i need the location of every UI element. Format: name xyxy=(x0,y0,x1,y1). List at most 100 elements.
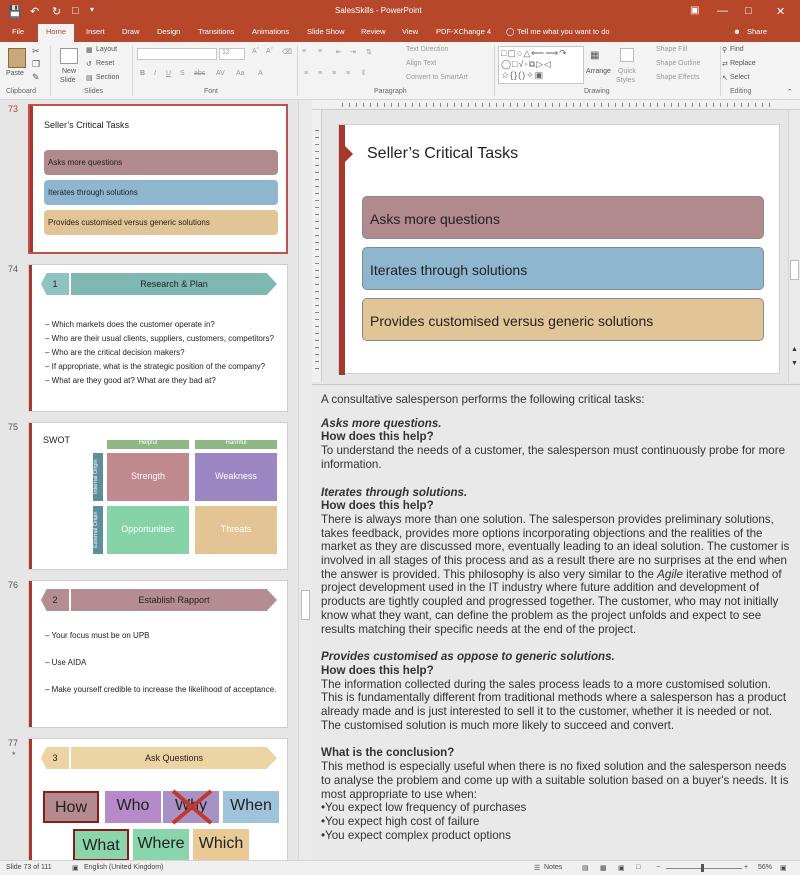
undo-icon[interactable]: ↶ xyxy=(30,5,39,18)
share-button[interactable]: Share xyxy=(747,27,767,36)
layout-button[interactable]: Layout xyxy=(96,46,117,53)
align-left-icon[interactable]: ≡ xyxy=(304,70,308,77)
convert-smartart-button[interactable]: Convert to SmartArt xyxy=(406,74,468,81)
clear-formatting-icon[interactable]: ⌫ xyxy=(282,48,292,56)
scroll-thumb[interactable] xyxy=(790,260,799,280)
numbering-icon[interactable]: ≡ xyxy=(318,48,322,55)
maximize-icon[interactable]: □ xyxy=(745,5,752,17)
shadow-icon[interactable]: S xyxy=(180,70,185,77)
font-color-icon[interactable]: A xyxy=(258,70,263,77)
customize-toolbar-icon[interactable]: ▾ xyxy=(90,5,94,14)
quick-styles-icon[interactable] xyxy=(620,48,634,62)
notes-toggle-button[interactable]: Notes xyxy=(544,864,562,871)
format-painter-icon[interactable]: ✎ xyxy=(32,72,40,83)
grow-font-icon[interactable]: Aˆ xyxy=(252,48,259,55)
collapse-ribbon-icon[interactable]: ⌃ xyxy=(787,88,793,96)
find-button[interactable]: Find xyxy=(730,46,744,53)
align-right-icon[interactable]: ≡ xyxy=(332,70,336,77)
align-center-icon[interactable]: ≡ xyxy=(318,70,322,77)
slide-thumbnail-77[interactable]: 3 Ask Questions How Who Why When What Wh… xyxy=(28,738,288,860)
notes-pane[interactable]: A consultative salesperson performs the … xyxy=(312,384,800,860)
paste-button[interactable]: Paste xyxy=(6,70,24,77)
language-status[interactable]: English (United Kingdom) xyxy=(84,864,163,871)
slide-show-icon[interactable]: □ xyxy=(636,864,640,871)
underline-icon[interactable]: U xyxy=(166,70,171,77)
zoom-slider-thumb[interactable] xyxy=(701,864,704,872)
new-slide-button[interactable]: New xyxy=(62,68,76,75)
task-box[interactable]: Asks more questions xyxy=(362,196,764,239)
justify-icon[interactable]: ≡ xyxy=(346,70,350,77)
tab-animations[interactable]: Animations xyxy=(252,27,289,36)
character-spacing-icon[interactable]: AV xyxy=(216,70,225,77)
bold-icon[interactable]: B xyxy=(140,70,145,77)
notes-text[interactable]: A consultative salesperson performs the … xyxy=(321,393,791,842)
tab-pdf-xchange[interactable]: PDF-XChange 4 xyxy=(436,27,491,36)
quick-styles-button[interactable]: Quick xyxy=(618,68,636,75)
scroll-thumb[interactable] xyxy=(301,590,310,620)
columns-icon[interactable]: ‖ xyxy=(362,70,365,77)
zoom-level[interactable]: 56% xyxy=(758,864,772,871)
paste-icon[interactable] xyxy=(8,48,26,68)
tab-insert[interactable]: Insert xyxy=(86,27,105,36)
task-box[interactable]: Provides customised versus generic solut… xyxy=(362,298,764,341)
slide-thumbnail-74[interactable]: 1 Research & Plan – Which markets does t… xyxy=(28,264,288,412)
fit-slide-icon[interactable]: ▣ xyxy=(780,864,787,872)
redo-icon[interactable]: ↻ xyxy=(52,5,61,18)
tab-slide-show[interactable]: Slide Show xyxy=(307,27,345,36)
tab-review[interactable]: Review xyxy=(361,27,386,36)
slide-title[interactable]: Seller’s Critical Tasks xyxy=(367,145,518,163)
tab-draw[interactable]: Draw xyxy=(122,27,140,36)
slide-thumbnail-73[interactable]: Seller’s Critical Tasks Asks more questi… xyxy=(28,104,288,254)
replace-button[interactable]: Replace xyxy=(730,60,756,67)
line-spacing-icon[interactable]: ⇅ xyxy=(366,48,372,56)
shapes-gallery[interactable]: □▢○△⟵⟶↷ ◯□√◦⧉▷◁ ☆{}()✧▣ xyxy=(498,46,584,84)
slide-sorter-icon[interactable]: ▦ xyxy=(600,864,607,872)
thumbnail-scrollbar[interactable] xyxy=(298,100,312,860)
normal-view-icon[interactable]: ▤ xyxy=(582,864,589,872)
shape-outline-button[interactable]: Shape Outline xyxy=(656,60,700,67)
bullets-icon[interactable]: ≡ xyxy=(302,48,306,55)
editor-scrollbar[interactable]: ▲ ▼ xyxy=(788,110,800,382)
zoom-out-icon[interactable]: − xyxy=(656,864,660,871)
task-box[interactable]: Iterates through solutions xyxy=(362,247,764,290)
spelling-icon[interactable]: ▣ xyxy=(72,864,79,872)
start-from-beginning-icon[interactable]: □ xyxy=(72,5,79,17)
save-icon[interactable]: 💾 xyxy=(8,5,22,18)
tab-view[interactable]: View xyxy=(402,27,418,36)
new-slide-icon[interactable] xyxy=(60,48,78,64)
select-button[interactable]: Select xyxy=(730,74,749,81)
slide-thumbnail-75[interactable]: SWOT Helpful Harmful Internal Origin Ext… xyxy=(28,422,288,570)
next-slide-icon[interactable]: ▼ xyxy=(791,360,798,367)
tab-home[interactable]: Home xyxy=(38,24,75,42)
cut-icon[interactable]: ✂ xyxy=(32,46,40,57)
increase-indent-icon[interactable]: ⇥ xyxy=(350,48,356,56)
decrease-indent-icon[interactable]: ⇤ xyxy=(336,48,342,56)
section-button[interactable]: Section xyxy=(96,74,119,81)
zoom-slider[interactable] xyxy=(666,868,742,869)
copy-icon[interactable]: ❐ xyxy=(32,59,40,70)
shape-effects-button[interactable]: Shape Effects xyxy=(656,74,699,81)
ribbon-options-icon[interactable]: ▣ xyxy=(690,5,699,16)
tab-transitions[interactable]: Transitions xyxy=(198,27,234,36)
tab-file[interactable]: File xyxy=(12,27,24,36)
previous-slide-icon[interactable]: ▲ xyxy=(791,346,798,353)
shape-fill-button[interactable]: Shape Fill xyxy=(656,46,687,53)
shrink-font-icon[interactable]: Aˇ xyxy=(266,48,273,55)
italic-icon[interactable]: I xyxy=(154,70,156,77)
reading-view-icon[interactable]: ▣ xyxy=(618,864,625,872)
close-icon[interactable]: ✕ xyxy=(776,5,785,18)
minimize-icon[interactable]: — xyxy=(717,5,728,17)
reset-button[interactable]: Reset xyxy=(96,60,114,67)
change-case-icon[interactable]: Aa xyxy=(236,70,245,77)
tab-design[interactable]: Design xyxy=(157,27,180,36)
strikethrough-icon[interactable]: abc xyxy=(194,70,205,77)
text-direction-button[interactable]: Text Direction xyxy=(406,46,448,53)
slide-thumbnail-76[interactable]: 2 Establish Rapport – Your focus must be… xyxy=(28,580,288,728)
tell-me-box[interactable]: Tell me what you want to do xyxy=(517,27,610,36)
arrange-icon[interactable]: ▦ xyxy=(590,50,599,61)
arrange-button[interactable]: Arrange xyxy=(586,68,611,75)
zoom-in-icon[interactable]: + xyxy=(744,864,748,871)
font-size-input[interactable]: 12 xyxy=(219,48,245,60)
font-name-input[interactable] xyxy=(137,48,217,60)
align-text-button[interactable]: Align Text xyxy=(406,60,436,67)
